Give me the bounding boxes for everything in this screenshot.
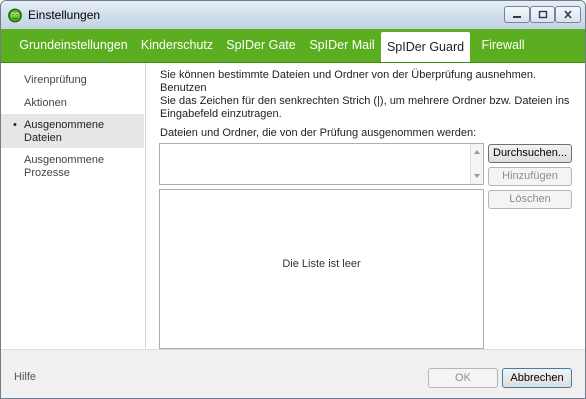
footer: Hilfe OK Abbrechen	[1, 349, 585, 398]
ok-button[interactable]: OK	[428, 368, 498, 388]
intro-line: Sie das Zeichen für den senkrechten Stri…	[160, 95, 570, 107]
empty-list-message: Die Liste ist leer	[282, 258, 361, 270]
intro-line: Sie können bestimmte Dateien und Ordner …	[160, 69, 537, 94]
path-input-scrollbar[interactable]	[470, 144, 483, 184]
sidebar-item-label: Ausgenommene	[24, 154, 105, 166]
sidebar-item-ausgenommene-dateien[interactable]: • Ausgenommene Dateien	[1, 114, 144, 148]
tab-firewall[interactable]: Firewall	[474, 29, 532, 62]
excluded-files-list[interactable]: Die Liste ist leer	[159, 189, 484, 349]
close-icon	[564, 10, 572, 19]
tab-bar: Grundeinstellungen Kinderschutz SpIDer G…	[1, 29, 585, 63]
add-button[interactable]: Hinzufügen	[488, 167, 572, 186]
scroll-up-arrow-icon[interactable]	[474, 150, 480, 154]
intro-line: Eingabefeld einzutragen.	[160, 108, 282, 120]
title-bar[interactable]: Einstellungen	[1, 1, 585, 29]
help-link[interactable]: Hilfe	[14, 371, 36, 383]
path-input[interactable]	[159, 143, 484, 185]
dr-web-spider-icon	[8, 8, 22, 23]
intro-text: Sie können bestimmte Dateien und Ordner …	[160, 69, 580, 121]
sidebar: Virenprüfung Aktionen • Ausgenommene Dat…	[1, 63, 145, 348]
tab-spider-mail[interactable]: SpIDer Mail	[306, 29, 378, 62]
sidebar-item-virenpruefung[interactable]: Virenprüfung	[1, 72, 144, 88]
sidebar-item-aktionen[interactable]: Aktionen	[1, 95, 144, 111]
sidebar-divider	[145, 63, 146, 348]
sidebar-item-label: Virenprüfung	[24, 74, 87, 86]
cancel-button[interactable]: Abbrechen	[502, 368, 572, 388]
excluded-files-label: Dateien und Ordner, die von der Prüfung …	[160, 127, 477, 139]
window-title: Einstellungen	[28, 8, 101, 22]
sidebar-item-label: Dateien	[24, 132, 62, 144]
selected-bullet: •	[13, 119, 17, 131]
sidebar-item-label: Ausgenommene	[24, 119, 105, 131]
sidebar-item-ausgenommene-prozesse[interactable]: Ausgenommene Prozesse	[1, 152, 144, 182]
settings-window: Einstellungen Grundeinstellungen Kinders…	[0, 0, 586, 399]
sidebar-item-label: Prozesse	[24, 167, 70, 179]
minimize-icon	[513, 16, 521, 18]
minimize-button[interactable]	[504, 6, 530, 23]
tab-kinderschutz[interactable]: Kinderschutz	[138, 29, 216, 62]
tab-spider-guard[interactable]: SpIDer Guard	[381, 32, 470, 62]
close-button[interactable]	[555, 6, 581, 23]
scroll-down-arrow-icon[interactable]	[474, 174, 480, 178]
maximize-icon	[538, 10, 547, 19]
delete-button[interactable]: Löschen	[488, 190, 572, 209]
browse-button[interactable]: Durchsuchen...	[488, 144, 572, 163]
maximize-button[interactable]	[530, 6, 555, 23]
tab-grundeinstellungen[interactable]: Grundeinstellungen	[14, 29, 133, 62]
tab-spider-gate[interactable]: SpIDer Gate	[221, 29, 301, 62]
sidebar-item-label: Aktionen	[24, 97, 67, 109]
